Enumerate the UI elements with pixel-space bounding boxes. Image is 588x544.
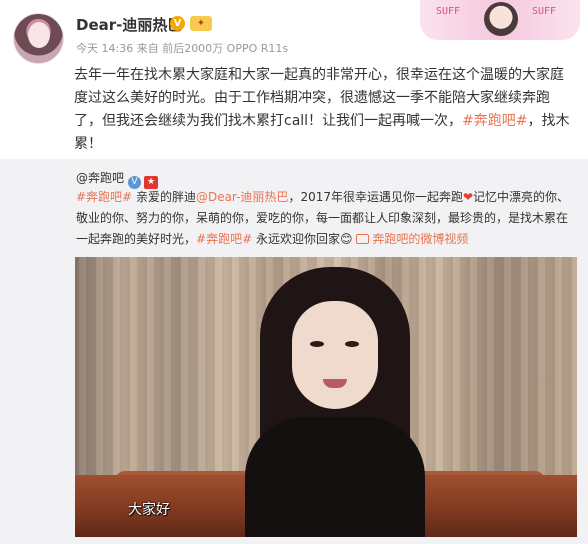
person-body [245, 417, 425, 537]
repost-body: #奔跑吧# 亲爱的胖迪@Dear-迪丽热巴，2017年很幸运遇见你一起奔跑❤记忆… [76, 187, 576, 250]
video-icon [356, 234, 370, 244]
post-body: 去年一年在找木累大家庭和大家一起真的非常开心，很幸运在这个温暖的大家庭度过这么美… [74, 64, 574, 156]
profile-decoration: SUFF SUFF [420, 0, 580, 40]
repost-text: ，2017年很幸运遇见你一起奔跑 [288, 190, 463, 204]
repost-username[interactable]: @奔跑吧 [76, 171, 124, 185]
repost-text: 亲爱的胖迪 [132, 190, 196, 204]
decor-tag-right: SUFF [532, 6, 557, 17]
person-eye [345, 341, 359, 347]
video-link[interactable]: 奔跑吧的微博视频 [356, 232, 468, 246]
topic-link[interactable]: #奔跑吧# [196, 232, 252, 246]
topic-link[interactable]: #奔跑吧# [462, 113, 527, 129]
repost-text: 永远欢迎你回家 [252, 232, 340, 246]
verified-v-icon: V [170, 16, 185, 31]
mention-link[interactable]: @Dear-迪丽热巴 [196, 190, 288, 204]
video-link-label: 奔跑吧的微博视频 [372, 232, 469, 246]
smile-emoji-icon: 😊 [339, 232, 353, 246]
person-eye [310, 341, 324, 347]
video-person [235, 267, 435, 537]
topic-link[interactable]: #奔跑吧# [76, 190, 132, 204]
person-face [292, 301, 378, 409]
vip-badge-icon: ✦ [190, 16, 212, 31]
heart-icon: ❤ [462, 190, 474, 204]
user-avatar[interactable] [13, 13, 64, 64]
decor-tag-left: SUFF [436, 6, 461, 17]
username[interactable]: Dear-迪丽热巴 [76, 14, 182, 35]
decor-face-icon [484, 2, 518, 36]
video-player[interactable]: 大家好 [75, 257, 577, 537]
weibo-post: Dear-迪丽热巴 V ✦ SUFF SUFF 今天 14:36 来自 前后20… [0, 0, 588, 544]
repost-card: @奔跑吧 V ★ #奔跑吧# 亲爱的胖迪@Dear-迪丽热巴，2017年很幸运遇见你… [0, 159, 588, 544]
post-meta: 今天 14:36 来自 前后2000万 OPPO R11s [76, 42, 289, 55]
repost-header: @奔跑吧 V ★ [76, 169, 159, 189]
video-subtitle: 大家好 [128, 502, 170, 518]
